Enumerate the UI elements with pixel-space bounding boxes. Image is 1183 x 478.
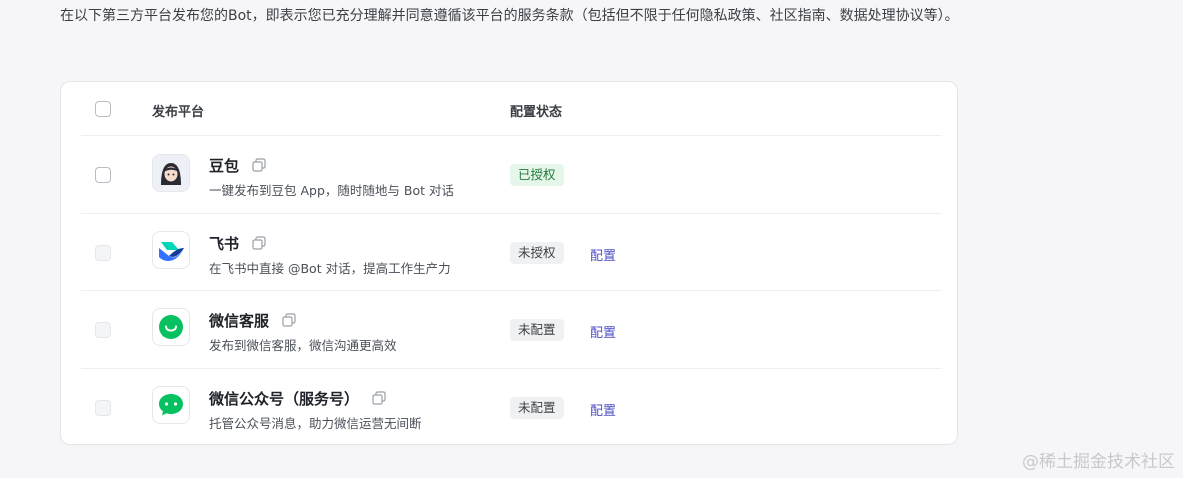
table-row-doubao: 豆包 一键发布到豆包 App，随时随地与 Bot 对话 已授权 (81, 136, 941, 214)
feishu-logo-icon (152, 231, 190, 269)
copy-icon[interactable] (252, 235, 266, 254)
column-header-platform: 发布平台 (152, 105, 205, 120)
status-badge-authorized: 已授权 (510, 164, 564, 186)
platform-name-feishu: 飞书 (209, 233, 266, 254)
platform-name-wechat-official: 微信公众号（服务号） (209, 388, 386, 409)
table-row-wechat-official: 微信公众号（服务号） 托管公众号消息，助力微信运营无间断 未配置 配置 (81, 369, 941, 445)
platform-desc-wechat-service: 发布到微信客服，微信沟通更高效 (209, 338, 397, 353)
platform-name-doubao: 豆包 (209, 155, 266, 176)
doubao-avatar-icon (152, 154, 190, 192)
row-checkbox-feishu[interactable] (95, 245, 111, 261)
row-checkbox-wechat-service[interactable] (95, 322, 111, 338)
platform-table: 发布平台 配置状态 豆包 一键发布到豆包 App，随时随地与 Bot 对话 已授… (60, 81, 958, 445)
watermark-text: @稀土掘金技术社区 (1022, 452, 1175, 472)
row-checkbox-wechat-official[interactable] (95, 400, 111, 416)
status-badge-unconfigured: 未配置 (510, 397, 564, 419)
platform-desc-feishu: 在飞书中直接 @Bot 对话，提高工作生产力 (209, 261, 451, 276)
row-checkbox-doubao[interactable] (95, 167, 111, 183)
table-row-feishu: 飞书 在飞书中直接 @Bot 对话，提高工作生产力 未授权 配置 (81, 214, 941, 291)
table-row-wechat-service: 微信客服 发布到微信客服，微信沟通更高效 未配置 配置 (81, 291, 941, 369)
platform-desc-doubao: 一键发布到豆包 App，随时随地与 Bot 对话 (209, 183, 454, 198)
copy-icon[interactable] (282, 312, 296, 331)
column-header-status: 配置状态 (510, 105, 563, 120)
copy-icon[interactable] (252, 157, 266, 176)
wechat-official-icon (152, 386, 190, 424)
publish-terms-notice: 在以下第三方平台发布您的Bot，即表示您已充分理解并同意遵循该平台的服务条款（包… (60, 8, 959, 24)
table-header: 发布平台 配置状态 (81, 82, 941, 136)
select-all-checkbox[interactable] (95, 101, 111, 117)
configure-link-feishu[interactable]: 配置 (590, 245, 616, 264)
configure-link-wechat-service[interactable]: 配置 (590, 322, 616, 341)
status-badge-unconfigured: 未配置 (510, 319, 564, 341)
wechat-service-icon (152, 308, 190, 346)
platform-desc-wechat-official: 托管公众号消息，助力微信运营无间断 (209, 416, 422, 431)
status-badge-unauthorized: 未授权 (510, 242, 564, 264)
configure-link-wechat-official[interactable]: 配置 (590, 400, 616, 419)
platform-name-wechat-service: 微信客服 (209, 310, 296, 331)
copy-icon[interactable] (372, 390, 386, 409)
